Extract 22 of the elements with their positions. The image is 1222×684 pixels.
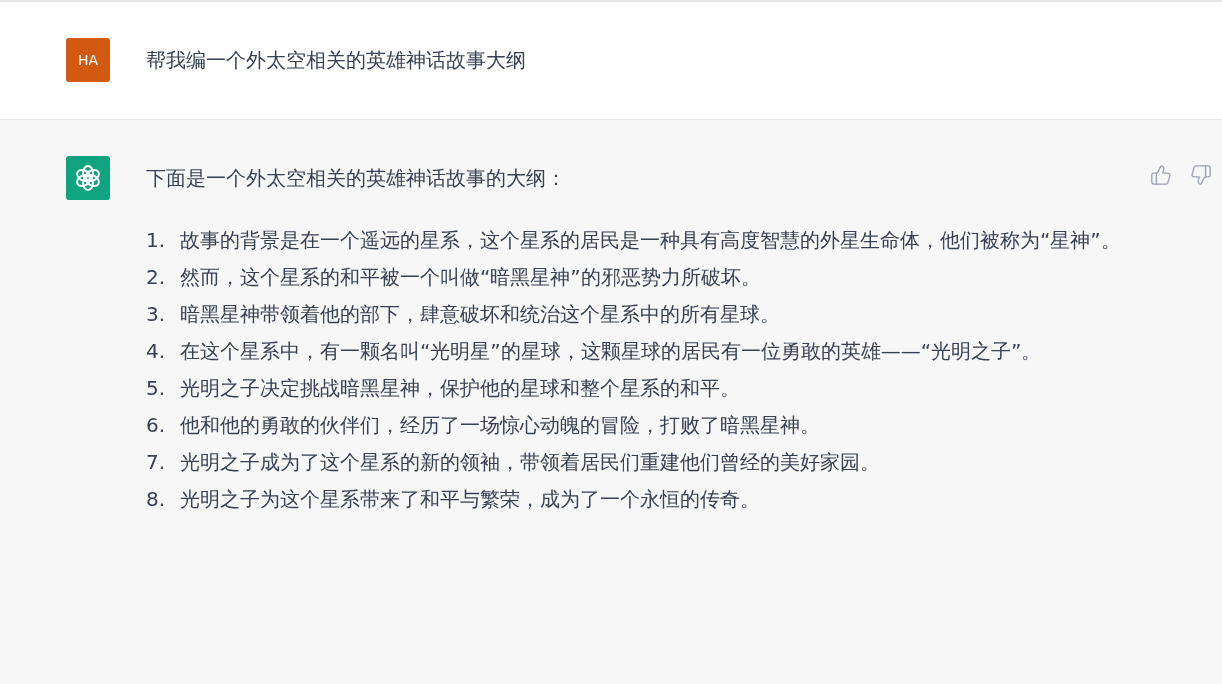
- list-number: 8.: [146, 486, 167, 513]
- list-item-text: 然而，这个星系的和平被一个叫做“暗黑星神”的邪恶势力所破坏。: [180, 264, 762, 291]
- list-number: 3.: [146, 301, 167, 328]
- list-item-text: 光明之子决定挑战暗黑星神，保护他的星球和整个星系的和平。: [180, 375, 741, 402]
- list-number: 5.: [146, 375, 167, 402]
- list-number: 6.: [146, 412, 167, 439]
- thumbs-up-icon[interactable]: [1150, 164, 1172, 186]
- list-item-text: 他和他的勇敢的伙伴们，经历了一场惊心动魄的冒险，打败了暗黑星神。: [180, 412, 821, 439]
- list-number: 2.: [146, 264, 167, 291]
- user-avatar: HA: [66, 38, 110, 82]
- list-item-text: 光明之子成为了这个星系的新的领袖，带领着居民们重建他们曾经的美好家园。: [180, 449, 881, 476]
- thumbs-down-icon[interactable]: [1190, 164, 1212, 186]
- list-item-text: 暗黑星神带领着他的部下，肆意破坏和统治这个星系中的所有星球。: [180, 301, 781, 328]
- assistant-intro: 下面是一个外太空相关的英雄神话故事的大纲：: [146, 165, 567, 192]
- list-number: 7.: [146, 449, 167, 476]
- user-message: 帮我编一个外太空相关的英雄神话故事大纲: [146, 47, 526, 74]
- list-number: 1.: [146, 227, 167, 254]
- list-number: 4.: [146, 338, 167, 365]
- list-item-text: 故事的背景是在一个遥远的星系，这个星系的居民是一种具有高度智慧的外星生命体，他们被称为“星神”。: [180, 227, 1122, 254]
- list-item-text: 光明之子为这个星系带来了和平与繁荣，成为了一个永恒的传奇。: [180, 486, 761, 513]
- list-item-text: 在这个星系中，有一颗名叫“光明星”的星球，这颗星球的居民有一位勇敢的英雄——“光明之子”。: [180, 338, 1043, 365]
- knot-icon: [74, 164, 102, 192]
